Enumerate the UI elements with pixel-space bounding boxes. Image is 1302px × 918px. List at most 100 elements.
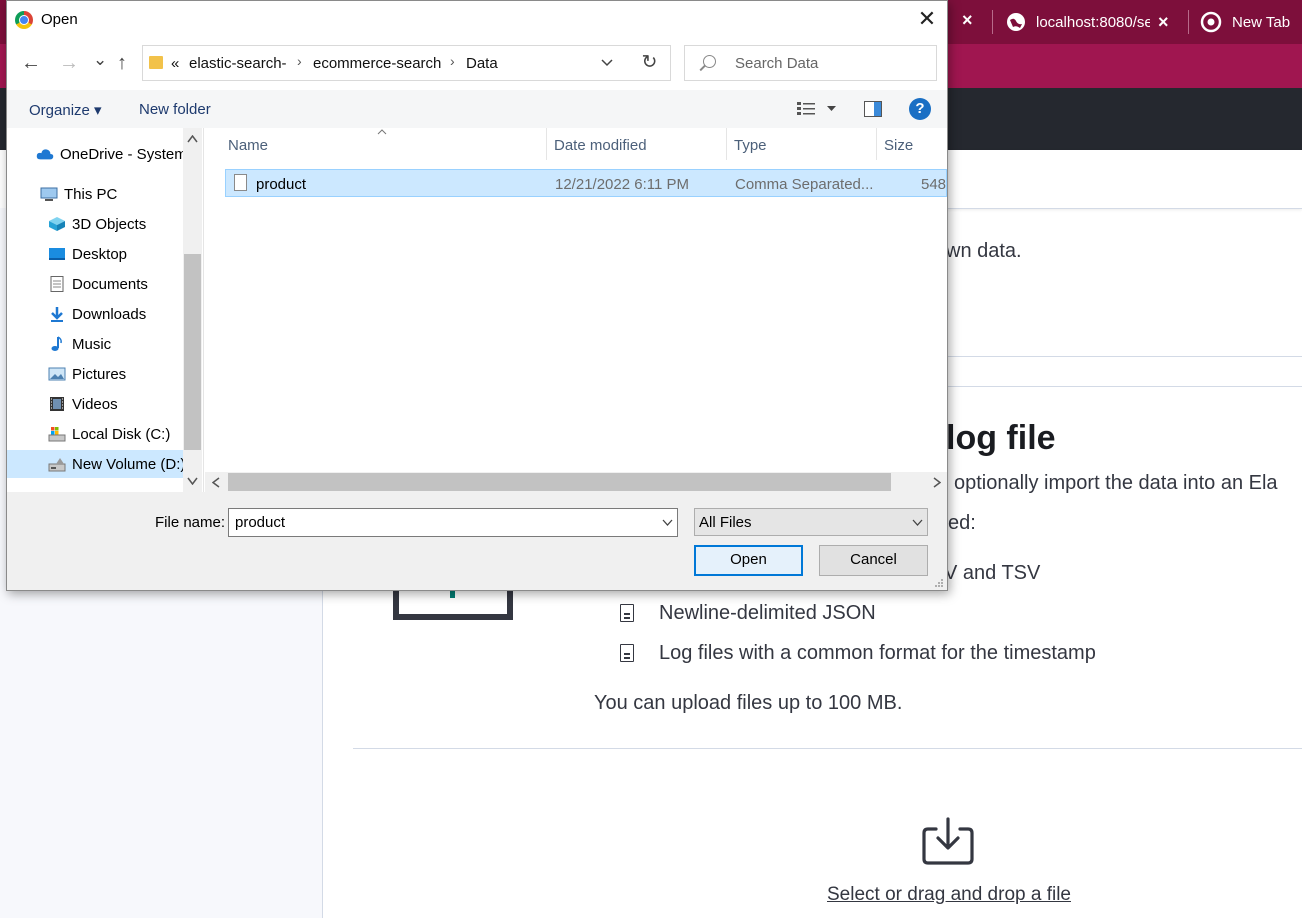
search-box[interactable]: Search Data	[684, 45, 937, 81]
nav-item-local-disk-c[interactable]: Local Disk (C:)	[7, 420, 183, 448]
tab-title: New Tab	[1232, 13, 1291, 31]
drive-icon	[48, 458, 66, 472]
chrome-icon	[15, 11, 33, 29]
forward-button[interactable]: →	[59, 52, 79, 75]
format-item: V and TSV	[944, 562, 1041, 584]
navigation-pane: OneDrive - System This PC 3D Objects Des…	[7, 128, 204, 492]
file-name-label: File name:	[155, 514, 226, 531]
cancel-button[interactable]: Cancel	[819, 545, 928, 576]
nav-item-onedrive[interactable]: OneDrive - System	[7, 140, 183, 168]
preview-pane-icon[interactable]	[864, 101, 882, 117]
nav-item-videos[interactable]: Videos	[7, 390, 183, 418]
resize-grip-icon[interactable]	[933, 578, 944, 588]
globe-icon	[1007, 13, 1025, 31]
column-header-type[interactable]: Type	[734, 137, 767, 154]
drive-icon	[48, 427, 66, 442]
recent-locations-button[interactable]: ⌄	[93, 50, 107, 70]
breadcrumb-segment[interactable]: Data	[466, 55, 498, 72]
partial-tab-close[interactable]: ×	[962, 10, 973, 31]
search-input[interactable]: Search Data	[735, 55, 818, 72]
chrome-icon	[1200, 11, 1222, 33]
nav-item-this-pc[interactable]: This PC	[7, 180, 183, 208]
file-size: 548	[921, 176, 947, 193]
divider	[353, 748, 1302, 749]
chevron-down-icon[interactable]	[601, 59, 613, 67]
column-separator[interactable]	[546, 128, 547, 160]
nav-pane-scrollbar-thumb[interactable]	[184, 254, 201, 450]
column-header-name[interactable]: Name	[228, 137, 268, 154]
new-folder-button[interactable]: New folder	[139, 101, 211, 118]
scroll-left-icon[interactable]	[212, 477, 220, 488]
file-date: 12/21/2022 6:11 PM	[555, 176, 689, 193]
divider	[946, 356, 1302, 357]
nav-item-pictures[interactable]: Pictures	[7, 360, 183, 388]
nav-item-3d-objects[interactable]: 3D Objects	[7, 210, 183, 238]
browser-tab-localhost[interactable]: localhost:8080/se ×	[1006, 0, 1186, 44]
back-button[interactable]: ←	[21, 52, 41, 75]
breadcrumb-segment[interactable]: ecommerce-search	[313, 55, 441, 72]
desktop-icon	[49, 248, 65, 260]
upload-limit-text: You can upload files up to 100 MB.	[594, 692, 903, 714]
file-icon	[234, 174, 247, 191]
column-header-date[interactable]: Date modified	[554, 137, 647, 154]
dialog-title: Open	[41, 11, 78, 28]
documents-icon	[50, 276, 64, 292]
tab-close-button[interactable]: ×	[1158, 12, 1169, 33]
scroll-up-icon[interactable]	[187, 135, 198, 143]
format-item: Newline-delimited JSON	[659, 602, 876, 624]
description-text: optionally import the data into an Ela	[954, 472, 1278, 494]
file-list-scrollbar-thumb[interactable]	[228, 473, 891, 491]
refresh-button[interactable]: ↻	[629, 45, 671, 81]
select-file-link[interactable]: Select or drag and drop a file	[827, 884, 1071, 906]
file-name-input[interactable]: product	[228, 508, 678, 537]
computer-icon	[40, 187, 58, 201]
browser-tab-new-tab[interactable]: New Tab	[1200, 0, 1302, 44]
chevron-down-icon	[912, 519, 923, 526]
up-folder-button[interactable]: ↑	[117, 52, 127, 75]
tab-title: localhost:8080/se	[1036, 13, 1150, 31]
nav-item-downloads[interactable]: Downloads	[7, 300, 183, 328]
section-title: log file	[946, 419, 1056, 457]
download-icon	[51, 307, 63, 322]
view-dropdown-icon[interactable]	[827, 106, 836, 112]
dialog-titlebar: Open ✕	[7, 1, 947, 39]
intro-text: wn data.	[946, 240, 1022, 262]
breadcrumb-overflow[interactable]: «	[171, 55, 179, 72]
column-separator[interactable]	[876, 128, 877, 160]
breadcrumb-chevron-icon[interactable]: ›	[450, 53, 455, 69]
dialog-close-button[interactable]: ✕	[915, 7, 939, 31]
folder-icon	[149, 56, 163, 69]
videos-icon	[50, 397, 64, 411]
music-icon	[51, 336, 62, 351]
upload-icon[interactable]	[920, 815, 976, 867]
file-type-select[interactable]: All Files	[694, 508, 928, 536]
dialog-footer: File name: product All Files Open Cancel	[7, 492, 947, 590]
document-icon	[620, 644, 634, 662]
column-separator[interactable]	[726, 128, 727, 160]
nav-item-desktop[interactable]: Desktop	[7, 240, 183, 268]
file-row[interactable]: product 12/21/2022 6:11 PM Comma Separat…	[225, 169, 947, 197]
divider	[946, 386, 1302, 387]
breadcrumb-chevron-icon[interactable]: ›	[297, 53, 302, 69]
nav-item-documents[interactable]: Documents	[7, 270, 183, 298]
address-bar[interactable]: « elastic-search- › ecommerce-search › D…	[142, 45, 671, 81]
column-header-size[interactable]: Size	[884, 137, 913, 154]
chevron-down-icon[interactable]	[662, 519, 673, 526]
scroll-down-icon[interactable]	[187, 477, 198, 485]
cloud-icon	[36, 149, 54, 160]
breadcrumb-segment[interactable]: elastic-search-	[189, 55, 287, 72]
nav-item-new-volume-d[interactable]: New Volume (D:)	[7, 450, 183, 478]
command-bar: Organize ▾ New folder ?	[7, 90, 947, 128]
cube-icon	[49, 217, 65, 231]
organize-button[interactable]: Organize ▾	[29, 101, 102, 119]
scroll-right-icon[interactable]	[933, 477, 941, 488]
document-icon	[620, 604, 634, 622]
view-options-icon[interactable]	[797, 102, 815, 116]
nav-item-music[interactable]: Music	[7, 330, 183, 358]
file-list: Name Date modified Type Size product 12/…	[205, 128, 947, 492]
tab-separator	[992, 10, 993, 34]
sort-ascending-icon	[377, 129, 387, 135]
pictures-icon	[48, 367, 66, 381]
open-button[interactable]: Open	[694, 545, 803, 576]
help-icon[interactable]: ?	[909, 98, 931, 120]
